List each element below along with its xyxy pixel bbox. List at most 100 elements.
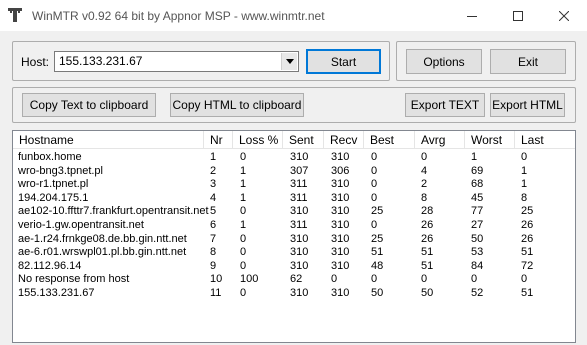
cell-loss: 1 — [240, 219, 247, 231]
cell-hostname: wro-r1.tpnet.pl — [18, 178, 89, 191]
cell-avrg: 51 — [421, 246, 434, 259]
table-row[interactable]: funbox.home 1 0 310 310 0 0 1 0 — [13, 151, 575, 164]
cell-loss: 0 — [240, 246, 247, 259]
cell-last: 26 — [521, 232, 534, 245]
cell-nr: 10 — [210, 273, 223, 286]
cell-best: 0 — [371, 219, 378, 231]
export-text-button[interactable]: Export TEXT — [405, 93, 485, 117]
table-row[interactable]: 82.112.96.14 9 0 310 310 48 51 84 72 — [13, 260, 575, 273]
column-header-worst[interactable]: Worst — [465, 131, 515, 149]
column-header-recv[interactable]: Recv — [324, 131, 364, 149]
table-row[interactable]: 155.133.231.67 11 0 310 310 50 50 52 51 — [13, 287, 575, 300]
cell-loss: 0 — [240, 287, 247, 299]
cell-sent: 311 — [290, 219, 308, 231]
cell-recv: 310 — [331, 219, 350, 231]
cell-best: 0 — [371, 164, 378, 177]
table-row[interactable]: ae-6.r01.wrswpl01.pl.bb.gin.ntt.net 8 0 310… — [13, 246, 575, 259]
cell-sent: 310 — [290, 259, 309, 272]
cell-avrg: 2 — [421, 178, 428, 191]
cell-hostname: No response from host — [18, 273, 130, 286]
column-header-avrg[interactable]: Avrg — [415, 131, 465, 149]
title-bar: WinMTR v0.92 64 bit by Appnor MSP - www.… — [0, 0, 587, 31]
cell-hostname: funbox.home — [18, 151, 82, 163]
copy-text-button[interactable]: Copy Text to clipboard — [22, 93, 156, 117]
cell-hostname: wro-bng3.tpnet.pl — [18, 164, 103, 177]
table-header: Hostname Nr Loss % Sent Recv Best Avrg W… — [13, 131, 575, 149]
cell-recv: 310 — [331, 259, 350, 272]
dropdown-button[interactable] — [281, 53, 297, 70]
options-button[interactable]: Options — [406, 49, 482, 74]
column-header-loss[interactable]: Loss % — [233, 131, 283, 149]
cell-worst: 84 — [471, 259, 484, 272]
cell-nr: 11 — [210, 287, 222, 299]
column-header-sent[interactable]: Sent — [283, 131, 324, 149]
table-row[interactable]: ae-1.r24.frnkge08.de.bb.gin.ntt.net 7 0 310… — [13, 233, 575, 246]
cell-nr: 7 — [210, 232, 217, 245]
cell-recv: 310 — [331, 287, 350, 299]
cell-sent: 310 — [290, 246, 309, 259]
results-table[interactable]: Hostname Nr Loss % Sent Recv Best Avrg W… — [12, 130, 576, 343]
cell-recv: 310 — [331, 205, 350, 218]
cell-loss: 1 — [240, 191, 247, 204]
table-row[interactable]: No response from host 10 100 62 0 0 0 0 0 — [13, 273, 575, 286]
host-input[interactable]: 155.133.231.67 — [59, 54, 142, 68]
cell-recv: 310 — [331, 151, 350, 163]
table-row[interactable]: 194.204.175.1 4 1 311 310 0 8 45 8 — [13, 192, 575, 205]
cell-loss: 0 — [240, 205, 247, 218]
table-row[interactable]: verio-1.gw.opentransit.net 6 1 311 310 0 26 27 2… — [13, 219, 575, 232]
cell-best: 0 — [371, 178, 378, 191]
cell-worst: 27 — [471, 219, 484, 231]
cell-last: 51 — [521, 287, 534, 299]
cell-last: 1 — [521, 164, 528, 177]
cell-avrg: 50 — [421, 287, 434, 299]
cell-best: 25 — [371, 232, 384, 245]
export-html-button[interactable]: Export HTML — [490, 93, 565, 117]
cell-hostname: 82.112.96.14 — [18, 259, 82, 272]
cell-recv: 310 — [331, 232, 350, 245]
window-title: WinMTR v0.92 64 bit by Appnor MSP - www.… — [32, 9, 325, 23]
column-header-nr[interactable]: Nr — [204, 131, 233, 149]
maximize-button[interactable] — [495, 0, 541, 31]
cell-best: 48 — [371, 259, 384, 272]
cell-hostname: ae-6.r01.wrswpl01.pl.bb.gin.ntt.net — [18, 246, 187, 259]
cell-last: 0 — [521, 273, 528, 286]
exit-button[interactable]: Exit — [490, 49, 566, 74]
cell-nr: 5 — [210, 205, 217, 218]
cell-worst: 53 — [471, 246, 484, 259]
minimize-button[interactable] — [449, 0, 495, 31]
cell-last: 72 — [521, 259, 534, 272]
winmtr-app-icon — [8, 8, 22, 22]
cell-nr: 6 — [210, 219, 217, 231]
close-button[interactable] — [541, 0, 587, 31]
table-row[interactable]: ae102-10.ffttr7.frankfurt.opentransit.ne… — [13, 205, 575, 218]
cell-loss: 0 — [240, 259, 247, 272]
table-row[interactable]: wro-bng3.tpnet.pl 2 1 307 306 0 4 69 1 — [13, 165, 575, 178]
cell-last: 1 — [521, 178, 528, 191]
cell-sent: 310 — [290, 232, 309, 245]
cell-sent: 311 — [290, 191, 308, 204]
cell-avrg: 26 — [421, 232, 434, 245]
copy-html-button[interactable]: Copy HTML to clipboard — [170, 93, 304, 117]
maximize-icon — [513, 10, 523, 21]
column-header-hostname[interactable]: Hostname — [13, 131, 204, 149]
start-button[interactable]: Start — [306, 49, 381, 74]
cell-loss: 100 — [240, 273, 259, 286]
column-header-best[interactable]: Best — [364, 131, 415, 149]
cell-worst: 77 — [471, 205, 484, 218]
column-header-last[interactable]: Last — [515, 131, 575, 149]
cell-best: 0 — [371, 151, 378, 163]
host-combobox[interactable]: 155.133.231.67 — [54, 51, 299, 72]
cell-avrg: 8 — [421, 191, 428, 204]
table-row[interactable]: wro-r1.tpnet.pl 3 1 311 310 0 2 68 1 — [13, 178, 575, 191]
cell-recv: 0 — [331, 273, 338, 286]
cell-worst: 52 — [471, 287, 484, 299]
cell-loss: 0 — [240, 232, 247, 245]
cell-best: 51 — [371, 246, 384, 259]
cell-avrg: 4 — [421, 164, 428, 177]
cell-worst: 69 — [471, 164, 484, 177]
cell-worst: 0 — [471, 273, 478, 286]
cell-recv: 306 — [331, 164, 350, 177]
cell-recv: 310 — [331, 191, 350, 204]
close-icon — [559, 10, 569, 21]
cell-best: 25 — [371, 205, 384, 218]
